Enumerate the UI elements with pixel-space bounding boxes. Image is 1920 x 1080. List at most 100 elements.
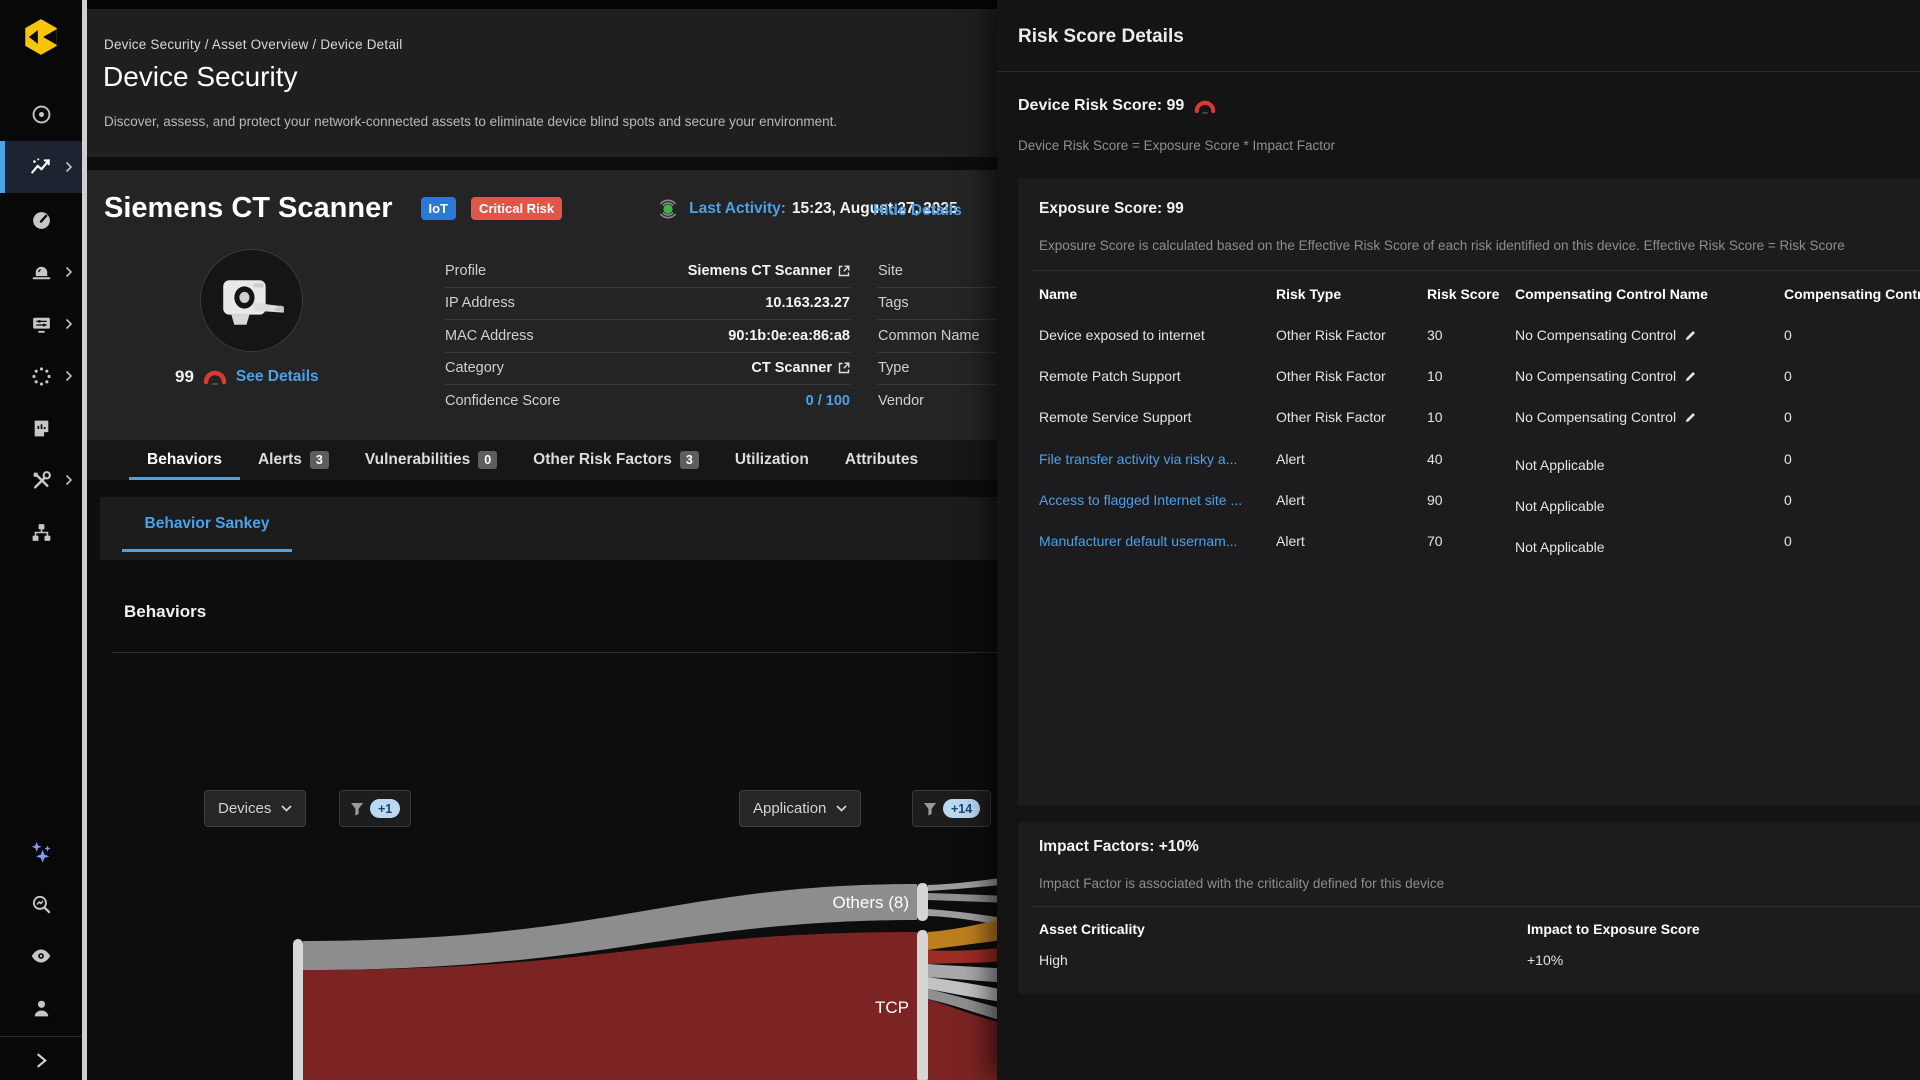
page-title: Device Security <box>103 61 298 93</box>
risk-name-link[interactable]: Access to flagged Internet site ... <box>1039 492 1242 508</box>
tab-attributes[interactable]: Attributes <box>827 440 936 480</box>
alarm-icon <box>30 261 53 284</box>
monitor-tune-icon <box>30 313 53 336</box>
device-meta-table: Site Tags Common Name Type Vendor <box>878 255 1008 418</box>
profile-value: 90:1b:0e:ea:86:a8 <box>728 328 850 344</box>
filter-count-pill: +14 <box>943 799 980 818</box>
breadcrumb[interactable]: Device Security / Asset Overview / Devic… <box>104 37 402 52</box>
sidebar-item-visibility[interactable] <box>0 930 82 982</box>
gauge-icon <box>30 209 53 232</box>
device-type-badge: IoT <box>421 197 457 220</box>
sidebar-item-alerts[interactable] <box>0 246 82 298</box>
sidebar <box>0 0 82 1080</box>
exposure-table-row[interactable]: Remote Service Support Other Risk Factor… <box>1018 409 1920 433</box>
filter-count-pill: +1 <box>370 799 400 818</box>
meta-row: Vendor <box>878 385 1008 418</box>
sidebar-item-ai-assistant[interactable] <box>0 826 82 878</box>
risk-gauge-icon <box>203 369 227 385</box>
sidebar-collapse-button[interactable] <box>0 1040 82 1080</box>
vertical-scrollbar[interactable] <box>82 0 87 1080</box>
sidebar-item-monitor[interactable] <box>0 298 82 350</box>
chevron-right-icon <box>64 266 73 278</box>
device-name: Siemens CT Scanner <box>104 192 393 225</box>
chevron-right-icon <box>64 161 73 173</box>
impact-factors-title: Impact Factors: +10% <box>1039 838 1199 856</box>
sidebar-item-network[interactable] <box>0 506 82 558</box>
divider <box>997 71 1920 72</box>
profile-row: MAC Address 90:1b:0e:ea:86:a8 <box>445 320 850 353</box>
ai-sparkles-icon <box>28 839 54 865</box>
behavior-sankey-chart[interactable]: Others (8) TCP UDP <box>193 853 1010 1080</box>
sidebar-item-gauge[interactable] <box>0 194 82 246</box>
device-profile-table: Profile Siemens CT Scanner IP Address 10… <box>445 255 850 418</box>
tab-count-badge: 3 <box>310 451 329 469</box>
subtab-behavior-sankey[interactable]: Behavior Sankey <box>122 515 292 552</box>
profile-row: Profile Siemens CT Scanner <box>445 255 850 288</box>
devices-filter-button[interactable]: +1 <box>339 790 411 827</box>
confidence-score-value[interactable]: 0 / 100 <box>806 393 850 409</box>
sidebar-item-process[interactable] <box>0 350 82 402</box>
sidebar-item-radar[interactable] <box>0 88 82 140</box>
tab-count-badge: 0 <box>478 451 497 469</box>
sidebar-item-tools[interactable] <box>0 454 82 506</box>
tab-vulnerabilities[interactable]: Vulnerabilities0 <box>347 440 515 480</box>
exposure-table-row[interactable]: Access to flagged Internet site ... Aler… <box>1018 492 1920 516</box>
risk-score-details-panel: Risk Score Details Device Risk Score: 99… <box>997 0 1920 1080</box>
tab-utilization[interactable]: Utilization <box>717 440 827 480</box>
risk-score-formula: Device Risk Score = Exposure Score * Imp… <box>1018 138 1335 153</box>
exposure-table-header: Name Risk Type Risk Score Compensating C… <box>1018 286 1920 310</box>
search-insight-icon <box>30 893 53 916</box>
behaviors-heading: Behaviors <box>124 602 206 622</box>
chevron-right-icon <box>34 1052 49 1069</box>
sankey-node-source[interactable] <box>293 939 303 1080</box>
external-link-icon[interactable] <box>838 265 850 277</box>
exposure-table-row[interactable]: Manufacturer default usernam... Alert 70… <box>1018 533 1920 557</box>
tab-count-badge: 3 <box>680 451 699 469</box>
eye-icon <box>29 944 53 968</box>
edit-pencil-icon[interactable] <box>1684 370 1697 383</box>
devices-dropdown[interactable]: Devices <box>204 790 306 827</box>
risk-name: Remote Service Support <box>1039 409 1192 425</box>
tab-behaviors[interactable]: Behaviors <box>129 440 240 480</box>
profile-row: Confidence Score 0 / 100 <box>445 385 850 418</box>
profile-value: CT Scanner <box>751 360 832 376</box>
meta-row: Site <box>878 255 1008 288</box>
edit-pencil-icon[interactable] <box>1684 329 1697 342</box>
panel-title: Risk Score Details <box>1018 26 1184 48</box>
sankey-node-tcp[interactable] <box>917 930 928 1080</box>
application-dropdown[interactable]: Application <box>739 790 861 827</box>
profile-row: Category CT Scanner <box>445 353 850 386</box>
application-filter-button[interactable]: +14 <box>912 790 991 827</box>
claroty-logo-icon[interactable] <box>20 16 62 58</box>
exposure-table-row[interactable]: Remote Patch Support Other Risk Factor 1… <box>1018 368 1920 392</box>
risk-gauge-icon <box>1194 99 1216 114</box>
edit-pencil-icon[interactable] <box>1684 411 1697 424</box>
sidebar-item-investigate[interactable] <box>0 878 82 930</box>
tools-icon <box>30 469 53 492</box>
external-link-icon[interactable] <box>838 362 850 374</box>
filter-funnel-icon <box>923 802 937 816</box>
sidebar-item-user[interactable] <box>0 982 82 1034</box>
exposure-table-row[interactable]: Device exposed to internet Other Risk Fa… <box>1018 327 1920 351</box>
sankey-label-tcp: TCP <box>875 998 909 1017</box>
risk-name-link[interactable]: File transfer activity via risky a... <box>1039 451 1237 467</box>
risk-name: Remote Patch Support <box>1039 368 1181 384</box>
sankey-label-others: Others (8) <box>832 893 909 912</box>
risk-name: Device exposed to internet <box>1039 327 1205 343</box>
sidebar-item-device-security[interactable] <box>0 141 82 193</box>
profile-value: Siemens CT Scanner <box>688 263 832 279</box>
device-risk-score: Device Risk Score: 99 <box>1018 97 1216 115</box>
sankey-node-others[interactable] <box>917 883 928 921</box>
see-details-link[interactable]: See Details <box>236 368 319 386</box>
exposure-score-card: Exposure Score: 99 Exposure Score is cal… <box>1018 178 1920 806</box>
tab-alerts[interactable]: Alerts3 <box>240 440 347 480</box>
hide-details-link[interactable]: Hide Details <box>873 202 962 220</box>
chevron-right-icon <box>64 318 73 330</box>
sidebar-item-reports[interactable] <box>0 402 82 454</box>
profile-row: IP Address 10.163.23.27 <box>445 288 850 321</box>
tab-other-risk-factors[interactable]: Other Risk Factors3 <box>515 440 717 480</box>
exposure-table-row[interactable]: File transfer activity via risky a... Al… <box>1018 451 1920 475</box>
user-icon <box>30 997 53 1020</box>
report-chart-icon <box>30 417 53 440</box>
risk-name-link[interactable]: Manufacturer default usernam... <box>1039 533 1237 549</box>
